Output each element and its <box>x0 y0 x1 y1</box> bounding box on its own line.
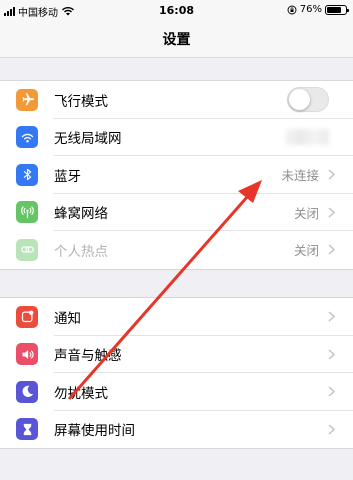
settings-row-bluetooth[interactable]: 蓝牙 未连接 <box>0 156 353 194</box>
airplane-icon <box>16 88 38 111</box>
toggle-knob <box>289 89 310 111</box>
cellular-antenna-icon <box>16 201 38 224</box>
settings-group-connectivity: 飞行模式 无线局域网 蓝牙 未连接 蜂窝网络 关闭 个人热点 关闭 <box>0 80 353 270</box>
wifi-label: 无线局域网 <box>54 131 122 148</box>
bluetooth-status-value: 未连接 <box>281 168 319 184</box>
page-title: 设置 <box>162 32 191 48</box>
chevron-right-icon <box>328 424 335 435</box>
settings-group-notifications: 通知 声音与触感 勿扰模式 屏幕使用时间 <box>0 297 353 449</box>
bluetooth-label: 蓝牙 <box>54 168 81 185</box>
chevron-right-icon <box>328 207 335 218</box>
hourglass-icon <box>16 418 38 441</box>
chevron-right-icon <box>328 349 335 360</box>
settings-row-notifications[interactable]: 通知 <box>0 298 353 336</box>
settings-row-cellular[interactable]: 蜂窝网络 关闭 <box>0 194 353 231</box>
sounds-label: 声音与触感 <box>54 348 122 365</box>
personal-hotspot-label: 个人热点 <box>54 243 108 260</box>
wifi-network-blurred-value <box>285 129 329 146</box>
wifi-icon <box>16 126 38 149</box>
notification-icon <box>16 305 38 328</box>
personal-hotspot-status-value: 关闭 <box>293 243 319 259</box>
battery-percent: 76% <box>299 4 322 15</box>
settings-row-airplane-mode[interactable]: 飞行模式 <box>0 81 353 119</box>
status-right: 76% <box>287 4 349 15</box>
airplane-mode-toggle[interactable] <box>287 87 329 113</box>
chevron-right-icon <box>328 244 335 255</box>
notifications-label: 通知 <box>54 310 81 327</box>
airplane-mode-label: 飞行模式 <box>54 93 108 110</box>
chevron-right-icon <box>328 311 335 322</box>
settings-row-do-not-disturb[interactable]: 勿扰模式 <box>0 373 353 411</box>
status-bar: 中国移动 16:08 76% <box>0 0 353 20</box>
do-not-disturb-label: 勿扰模式 <box>54 385 108 402</box>
settings-row-sounds[interactable]: 声音与触感 <box>0 336 353 373</box>
battery-icon <box>325 4 349 15</box>
cellular-status-value: 关闭 <box>293 205 319 221</box>
speaker-icon <box>16 343 38 366</box>
settings-row-screen-time[interactable]: 屏幕使用时间 <box>0 411 353 449</box>
settings-row-personal-hotspot[interactable]: 个人热点 关闭 <box>0 231 353 269</box>
navigation-bar: 设置 <box>0 20 353 58</box>
bluetooth-icon <box>16 163 38 186</box>
rotation-lock-icon <box>287 5 297 14</box>
settings-row-wifi[interactable]: 无线局域网 <box>0 119 353 156</box>
hotspot-link-icon <box>16 238 38 261</box>
screen-time-label: 屏幕使用时间 <box>54 423 135 440</box>
chevron-right-icon <box>328 386 335 397</box>
chevron-right-icon <box>328 169 335 180</box>
cellular-label: 蜂窝网络 <box>54 206 108 223</box>
battery-level <box>327 6 341 13</box>
moon-icon <box>16 380 38 403</box>
